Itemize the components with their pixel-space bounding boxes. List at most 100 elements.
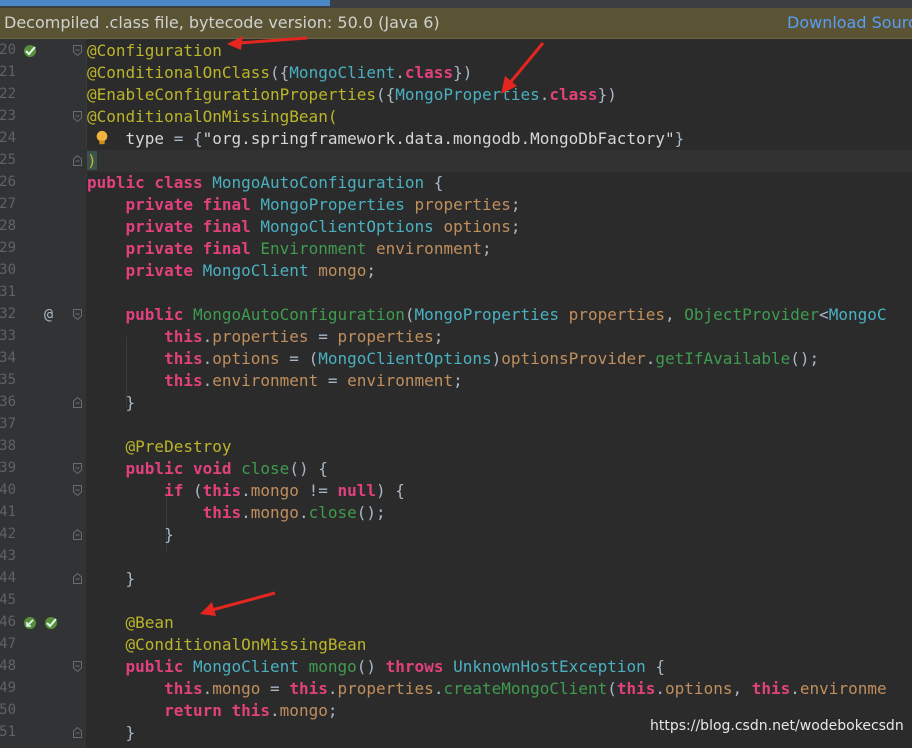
code-text: } — [87, 525, 174, 544]
fold-end-marker-icon[interactable] — [73, 573, 82, 584]
code-text: return this.mongo; — [164, 701, 338, 720]
code-text: private MongoClient mongo; — [125, 261, 377, 280]
code-line: 43 — [0, 546, 912, 568]
code-text: if (this.mongo != null) { — [164, 481, 405, 500]
code-line: 32 @ public MongoAutoConfiguration(Mongo… — [0, 304, 912, 326]
watermark-text: https://blog.csdn.net/wodebokecsdn — [650, 718, 904, 734]
code-text: @ConditionalOnMissingBean — [125, 635, 367, 654]
line-number: 36 — [0, 394, 16, 410]
code-text: type = {"org.springframework.data.mongod… — [125, 129, 685, 148]
fold-end-marker-icon[interactable] — [73, 397, 82, 408]
line-number: 20 — [0, 42, 16, 58]
line-number: 45 — [0, 592, 16, 608]
line-number: 40 — [0, 482, 16, 498]
code-line: 48 public MongoClient mongo() throws Unk… — [0, 656, 912, 678]
line-number: 21 — [0, 64, 16, 80]
bean-gutter-icon[interactable] — [43, 615, 59, 631]
code-text: @Configuration — [87, 41, 222, 60]
fold-marker-icon[interactable] — [73, 111, 82, 122]
fold-end-marker-icon[interactable] — [73, 529, 82, 540]
fold-marker-icon[interactable] — [73, 661, 82, 672]
line-number: 35 — [0, 372, 16, 388]
code-line: 26 public class MongoAutoConfiguration { — [0, 172, 912, 194]
code-text: this.mongo.close(); — [202, 503, 386, 522]
line-number: 51 — [0, 724, 16, 740]
line-number: 26 — [0, 174, 16, 190]
line-number: 48 — [0, 658, 16, 674]
code-line: 27 private final MongoProperties propert… — [0, 194, 912, 216]
code-line: 24 type = {"org.springframework.data.mon… — [0, 128, 912, 150]
line-number: 43 — [0, 548, 16, 564]
code-line: 40 if (this.mongo != null) { — [0, 480, 912, 502]
decompiled-notice-banner: Decompiled .class file, bytecode version… — [0, 8, 912, 39]
code-line: 44 } — [0, 568, 912, 590]
code-text: public class MongoAutoConfiguration { — [87, 173, 444, 192]
code-text: public void close() { — [125, 459, 328, 478]
line-number: 44 — [0, 570, 16, 586]
code-text: @ConditionalOnMissingBean( — [87, 107, 338, 126]
code-text: this.mongo = this.properties.createMongo… — [164, 679, 887, 698]
code-line: 31 — [0, 282, 912, 304]
code-text: @ConditionalOnClass({MongoClient.class}) — [87, 63, 473, 82]
code-text: private final Environment environment; — [125, 239, 492, 258]
line-number: 27 — [0, 196, 16, 212]
code-line: 29 private final Environment environment… — [0, 238, 912, 260]
code-line: 22 @EnableConfigurationProperties({Mongo… — [0, 84, 912, 106]
code-line: 42 } — [0, 524, 912, 546]
line-number: 32 — [0, 306, 16, 322]
active-tab-indicator[interactable] — [0, 0, 330, 6]
fold-marker-icon[interactable] — [73, 45, 82, 56]
code-line: 45 — [0, 590, 912, 612]
line-number: 42 — [0, 526, 16, 542]
code-line: 34 this.options = (MongoClientOptions)op… — [0, 348, 912, 370]
red-arrow-annotation — [200, 591, 276, 616]
line-number: 24 — [0, 130, 16, 146]
line-number: 47 — [0, 636, 16, 652]
line-number: 30 — [0, 262, 16, 278]
red-arrow-annotation — [227, 36, 308, 50]
line-number: 38 — [0, 438, 16, 454]
code-text: private final MongoClientOptions options… — [125, 217, 521, 236]
fold-marker-icon[interactable] — [73, 485, 82, 496]
editor-tab-strip — [0, 0, 912, 8]
fold-marker-icon[interactable] — [73, 309, 82, 320]
code-line-current: 25 ) — [0, 150, 912, 172]
download-sources-link[interactable]: Download Sourc — [787, 13, 912, 32]
code-text: private final MongoProperties properties… — [125, 195, 521, 214]
fold-end-marker-icon[interactable] — [73, 155, 82, 166]
line-number: 33 — [0, 328, 16, 344]
line-number: 41 — [0, 504, 16, 520]
code-text: @PreDestroy — [125, 437, 232, 456]
code-line: 33 this.properties = properties; — [0, 326, 912, 348]
line-number: 37 — [0, 416, 16, 432]
code-line: 47 @ConditionalOnMissingBean — [0, 634, 912, 656]
code-text: } — [87, 569, 136, 588]
red-arrow-annotation — [501, 42, 545, 94]
code-line: 23 @ConditionalOnMissingBean( — [0, 106, 912, 128]
fold-marker-icon[interactable] — [73, 463, 82, 474]
code-text: @Bean — [125, 613, 174, 632]
code-text: } — [87, 393, 136, 412]
line-number: 50 — [0, 702, 16, 718]
code-text: this.environment = environment; — [164, 371, 463, 390]
code-line: 46 @Bean — [0, 612, 912, 634]
code-line: 36 } — [0, 392, 912, 414]
line-number: 22 — [0, 86, 16, 102]
fold-end-marker-icon[interactable] — [73, 727, 82, 738]
code-text: public MongoAutoConfiguration(MongoPrope… — [125, 305, 887, 324]
autowired-at-icon[interactable]: @ — [44, 305, 60, 323]
code-line: 49 this.mongo = this.properties.createMo… — [0, 678, 912, 700]
code-text: ) — [87, 151, 97, 170]
code-text: this.options = (MongoClientOptions)optio… — [164, 349, 820, 368]
bean-gutter-icon[interactable] — [22, 43, 38, 59]
code-line: 39 public void close() { — [0, 458, 912, 480]
line-number: 25 — [0, 152, 16, 168]
line-number: 29 — [0, 240, 16, 256]
code-line: 21 @ConditionalOnClass({MongoClient.clas… — [0, 62, 912, 84]
code-line: 20 @Configuration — [0, 40, 912, 62]
line-number: 31 — [0, 284, 16, 300]
line-number: 28 — [0, 218, 16, 234]
line-number: 46 — [0, 614, 16, 630]
bean-navigate-icon[interactable] — [22, 615, 38, 631]
line-number: 34 — [0, 350, 16, 366]
